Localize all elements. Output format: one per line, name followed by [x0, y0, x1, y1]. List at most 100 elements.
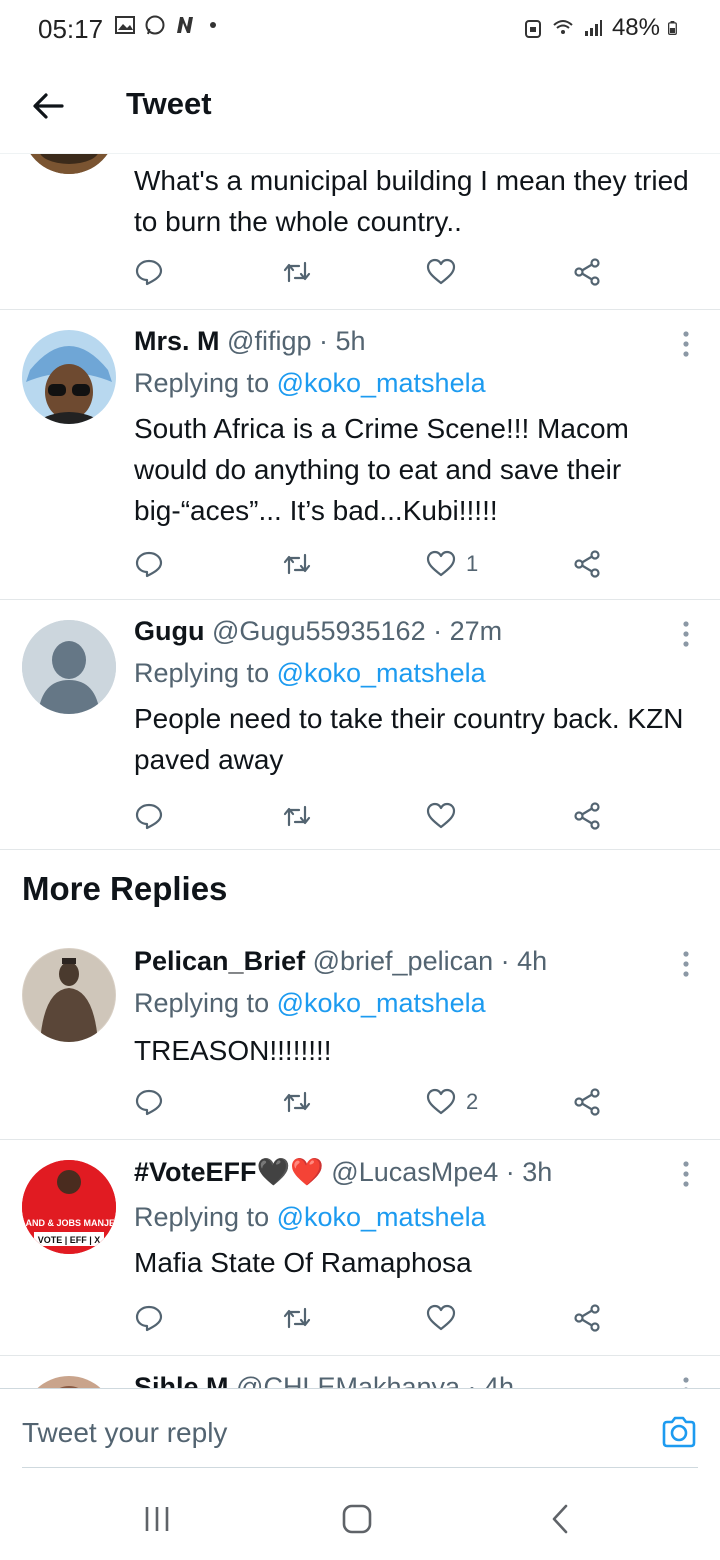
wifi-icon [553, 20, 573, 34]
mention-link[interactable]: @koko_matshela [277, 988, 486, 1018]
reply-icon [135, 803, 163, 830]
tweet-item[interactable]: Pelican_Brief @brief_pelican · 4h Replyi… [0, 936, 720, 1140]
mention-link[interactable]: @koko_matshela [277, 658, 486, 688]
replies-feed[interactable]: What's a municipal building I mean they … [0, 154, 720, 1388]
like-button[interactable] [426, 252, 456, 292]
tweet-item[interactable]: Sihle M @CHLEMakhanya · 4h [0, 1356, 720, 1388]
avatar[interactable] [22, 948, 116, 1042]
tweet-text: South Africa is a Crime Scene!!! Macom w… [134, 413, 629, 526]
tweet-actions [134, 1298, 614, 1338]
author-handle-time[interactable]: @fifigp · 5h [227, 326, 365, 356]
more-vertical-icon[interactable] [680, 950, 692, 978]
author-name[interactable]: Gugu [134, 616, 204, 646]
retweet-icon [283, 1307, 311, 1329]
more-vertical-icon[interactable] [680, 1376, 692, 1388]
heart-icon [426, 802, 456, 829]
replying-to: Replying to @koko_matshela [134, 658, 486, 689]
retweet-icon [283, 1091, 311, 1113]
arrow-left-icon[interactable] [30, 88, 66, 124]
share-button[interactable] [572, 544, 602, 584]
tweet-text: People need to take their country back. … [134, 703, 684, 775]
share-button[interactable] [572, 796, 602, 836]
avatar[interactable] [22, 330, 116, 424]
author-name[interactable]: #VoteEFF [134, 1157, 257, 1187]
author-name[interactable]: Sihle M [134, 1372, 229, 1388]
tweet-actions: 2 [134, 1082, 614, 1122]
heart-icon [426, 1304, 456, 1331]
more-vertical-icon[interactable] [680, 620, 692, 648]
retweet-button[interactable] [282, 1298, 312, 1338]
author-handle-time[interactable]: @Gugu55935162 · 27m [212, 616, 502, 646]
more-vertical-icon[interactable] [680, 330, 692, 358]
like-button[interactable] [426, 1298, 456, 1338]
signal-icon [584, 20, 602, 36]
like-button[interactable]: 1 [426, 544, 478, 584]
tweet-header: Sihle M @CHLEMakhanya · 4h [134, 1372, 514, 1388]
avatar[interactable] [22, 620, 116, 714]
reply-button[interactable] [134, 1082, 164, 1122]
tweet-header: Mrs. M @fifigp · 5h [134, 326, 366, 357]
replying-to-label: Replying to [134, 988, 277, 1018]
avatar[interactable] [22, 1376, 116, 1388]
share-button[interactable] [572, 252, 602, 292]
more-replies-heading: More Replies [0, 850, 720, 936]
share-button[interactable] [572, 1298, 602, 1338]
tweet-header: #VoteEFF🖤❤️ @LucasMpe4 · 3h [134, 1156, 552, 1188]
avatar-slogan: LAND & JOBS MANJE! [22, 1218, 116, 1228]
tweet-header: Gugu @Gugu55935162 · 27m [134, 616, 502, 647]
avatar[interactable] [22, 154, 116, 174]
replying-to-label: Replying to [134, 1202, 277, 1232]
author-name[interactable]: Pelican_Brief [134, 946, 305, 976]
reply-button[interactable] [134, 1298, 164, 1338]
tweet-item[interactable]: LAND & JOBS MANJE! VOTE | EFF | X #VoteE… [0, 1140, 720, 1356]
author-handle-time[interactable]: @LucasMpe4 · 3h [331, 1157, 552, 1187]
mention-link[interactable]: @koko_matshela [277, 1202, 486, 1232]
heart-icon [426, 550, 456, 577]
retweet-button[interactable] [282, 796, 312, 836]
reply-icon [135, 1305, 163, 1332]
retweet-button[interactable] [282, 1082, 312, 1122]
recent-apps-icon[interactable] [140, 1502, 174, 1536]
more-notifications-dot [210, 22, 216, 28]
section-title: More Replies [22, 870, 228, 907]
author-name[interactable]: Mrs. M [134, 326, 220, 356]
retweet-button[interactable] [282, 252, 312, 292]
like-button[interactable] [426, 796, 456, 836]
like-button[interactable]: 2 [426, 1082, 478, 1122]
more-vertical-icon[interactable] [680, 1160, 692, 1188]
reply-composer: Tweet your reply [0, 1388, 720, 1468]
share-icon [574, 1304, 600, 1332]
tweet-item[interactable]: What's a municipal building I mean they … [0, 154, 720, 310]
reply-icon [135, 259, 163, 286]
share-button[interactable] [572, 1082, 602, 1122]
reply-icon [135, 551, 163, 578]
tweet-text: TREASON!!!!!!!! [134, 1035, 332, 1066]
reply-button[interactable] [134, 796, 164, 836]
tweet-text: What's a municipal building I mean they … [134, 165, 689, 237]
retweet-button[interactable] [282, 544, 312, 584]
mention-link[interactable]: @koko_matshela [277, 368, 486, 398]
replying-to: Replying to @koko_matshela [134, 368, 486, 399]
status-time: 05:17 [38, 14, 104, 44]
avatar[interactable]: LAND & JOBS MANJE! VOTE | EFF | X [22, 1160, 116, 1254]
reply-button[interactable] [134, 252, 164, 292]
back-nav-icon[interactable] [544, 1502, 578, 1536]
replying-to-label: Replying to [134, 658, 277, 688]
reply-input[interactable]: Tweet your reply [22, 1417, 227, 1449]
share-icon [574, 1088, 600, 1116]
heart-icon [426, 258, 456, 285]
like-count: 2 [466, 1089, 479, 1114]
replying-to-label: Replying to [134, 368, 277, 398]
camera-icon[interactable] [660, 1413, 698, 1451]
news-n-icon [177, 17, 193, 33]
tweet-item[interactable]: Gugu @Gugu55935162 · 27m Replying to @ko… [0, 600, 720, 850]
author-handle-time[interactable]: @CHLEMakhanya · 4h [236, 1372, 514, 1388]
heart-icon [426, 1088, 456, 1115]
like-count: 1 [466, 551, 479, 576]
tweet-item[interactable]: Mrs. M @fifigp · 5h Replying to @koko_ma… [0, 310, 720, 600]
home-icon[interactable] [340, 1502, 374, 1536]
author-handle-time[interactable]: @brief_pelican · 4h [313, 946, 548, 976]
system-nav-bar [0, 1468, 720, 1560]
battery-icon [668, 21, 677, 35]
reply-button[interactable] [134, 544, 164, 584]
